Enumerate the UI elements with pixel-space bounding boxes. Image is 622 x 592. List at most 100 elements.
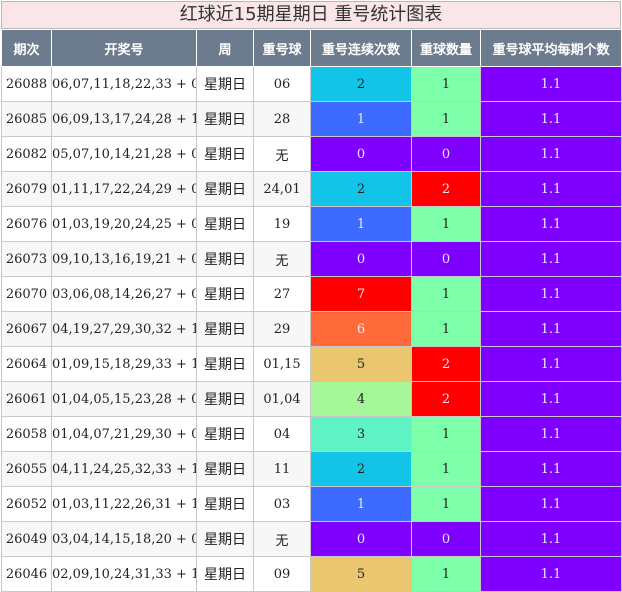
cell-repeat-count: 2	[411, 346, 481, 382]
cell-numbers: 04,11,24,25,32,33 + 13	[51, 451, 197, 487]
cell-repeat-ball: 无	[253, 521, 311, 557]
cell-repeat-count: 2	[411, 171, 481, 207]
cell-numbers: 03,04,14,15,18,20 + 02	[51, 521, 197, 557]
cell-repeat-ball: 27	[253, 276, 311, 312]
cell-weekday: 星期日	[196, 311, 254, 347]
stats-chart: 红球近15期星期日 重号统计图表 期次 开奖号 周 重号球 重号连续次数 重球数…	[0, 0, 622, 592]
cell-weekday: 星期日	[196, 381, 254, 417]
cell-average: 1.1	[480, 206, 622, 242]
cell-numbers: 01,03,11,22,26,31 + 11	[51, 486, 197, 522]
table-row: 26088 06,07,11,18,22,33 + 05 星期日 06 2 1 1.1	[1, 66, 622, 102]
cell-issue: 26058	[1, 416, 52, 452]
cell-weekday: 星期日	[196, 276, 254, 312]
cell-average: 1.1	[480, 311, 622, 347]
table-row: 26082 05,07,10,14,21,28 + 04 星期日无 0 0 1.1	[1, 136, 622, 172]
cell-weekday: 星期日	[196, 521, 254, 557]
cell-repeat-ball: 19	[253, 206, 311, 242]
cell-weekday: 星期日	[196, 556, 254, 592]
cell-weekday: 星期日	[196, 101, 254, 137]
cell-numbers: 01,11,17,22,24,29 + 04	[51, 171, 197, 207]
cell-issue: 26052	[1, 486, 52, 522]
cell-consecutive: 2	[310, 171, 412, 207]
cell-repeat-count: 1	[411, 486, 481, 522]
cell-average: 1.1	[480, 486, 622, 522]
cell-repeat-ball: 01,15	[253, 346, 311, 382]
cell-consecutive: 0	[310, 136, 412, 172]
table-row: 26067 04,19,27,29,30,32 + 13 星期日 29 6 1 1.1	[1, 311, 622, 347]
cell-average: 1.1	[480, 346, 622, 382]
cell-repeat-ball: 04	[253, 416, 311, 452]
table-row: 26079 01,11,17,22,24,29 + 04 星期日 24,01 2 2 1.1	[1, 171, 622, 207]
cell-average: 1.1	[480, 381, 622, 417]
cell-repeat-count: 0	[411, 241, 481, 277]
cell-issue: 26073	[1, 241, 52, 277]
table-body: 26088 06,07,11,18,22,33 + 05 星期日 06 2 1 1.1 260…	[1, 66, 622, 592]
cell-repeat-count: 1	[411, 276, 481, 312]
cell-numbers: 01,03,19,20,24,25 + 07	[51, 206, 197, 242]
cell-numbers: 01,04,05,15,23,28 + 07	[51, 381, 197, 417]
cell-repeat-count: 1	[411, 416, 481, 452]
cell-average: 1.1	[480, 556, 622, 592]
table-row: 26049 03,04,14,15,18,20 + 02 星期日无 0 0 1.1	[1, 521, 622, 557]
cell-issue: 26085	[1, 101, 52, 137]
cell-average: 1.1	[480, 136, 622, 172]
table-row: 26076 01,03,19,20,24,25 + 07 星期日 19 1 1 1.1	[1, 206, 622, 242]
cell-repeat-count: 0	[411, 136, 481, 172]
cell-numbers: 06,09,13,17,24,28 + 15	[51, 101, 197, 137]
cell-average: 1.1	[480, 241, 622, 277]
cell-numbers: 06,07,11,18,22,33 + 05	[51, 66, 197, 102]
header-average: 重号球平均每期个数	[480, 29, 622, 67]
cell-issue: 26049	[1, 521, 52, 557]
cell-average: 1.1	[480, 416, 622, 452]
header-repeat-count: 重球数量	[411, 29, 481, 67]
cell-weekday: 星期日	[196, 346, 254, 382]
cell-repeat-count: 1	[411, 556, 481, 592]
cell-weekday: 星期日	[196, 206, 254, 242]
cell-consecutive: 5	[310, 346, 412, 382]
cell-consecutive: 1	[310, 206, 412, 242]
cell-repeat-ball: 28	[253, 101, 311, 137]
cell-repeat-ball: 11	[253, 451, 311, 487]
cell-repeat-count: 1	[411, 101, 481, 137]
cell-issue: 26079	[1, 171, 52, 207]
cell-numbers: 03,06,08,14,26,27 + 08	[51, 276, 197, 312]
table-row: 26058 01,04,07,21,29,30 + 01 星期日 04 3 1 1.1	[1, 416, 622, 452]
cell-repeat-ball: 09	[253, 556, 311, 592]
table-row: 26064 01,09,15,18,29,33 + 15 星期日 01,15 5 2 1.1	[1, 346, 622, 382]
cell-numbers: 04,19,27,29,30,32 + 13	[51, 311, 197, 347]
cell-issue: 26070	[1, 276, 52, 312]
cell-repeat-count: 1	[411, 451, 481, 487]
cell-issue: 26055	[1, 451, 52, 487]
cell-weekday: 星期日	[196, 486, 254, 522]
table-row: 26073 09,10,13,16,19,21 + 08 星期日无 0 0 1.1	[1, 241, 622, 277]
cell-consecutive: 2	[310, 451, 412, 487]
cell-consecutive: 5	[310, 556, 412, 592]
cell-consecutive: 2	[310, 66, 412, 102]
table-row: 26046 02,09,10,24,31,33 + 16 星期日 09 5 1 1.1	[1, 556, 622, 592]
cell-repeat-ball: 无	[253, 136, 311, 172]
table-row: 26085 06,09,13,17,24,28 + 15 星期日 28 1 1 1.1	[1, 101, 622, 137]
header-consecutive: 重号连续次数	[310, 29, 412, 67]
chart-title: 红球近15期星期日 重号统计图表	[1, 1, 621, 29]
cell-repeat-ball: 01,04	[253, 381, 311, 417]
cell-issue: 26046	[1, 556, 52, 592]
table-row: 26070 03,06,08,14,26,27 + 08 星期日 27 7 1 1.1	[1, 276, 622, 312]
cell-consecutive: 6	[310, 311, 412, 347]
cell-consecutive: 0	[310, 521, 412, 557]
cell-numbers: 01,04,07,21,29,30 + 01	[51, 416, 197, 452]
cell-repeat-count: 1	[411, 206, 481, 242]
cell-average: 1.1	[480, 66, 622, 102]
cell-weekday: 星期日	[196, 171, 254, 207]
cell-repeat-count: 1	[411, 311, 481, 347]
cell-average: 1.1	[480, 276, 622, 312]
cell-consecutive: 3	[310, 416, 412, 452]
cell-repeat-ball: 06	[253, 66, 311, 102]
cell-repeat-ball: 无	[253, 241, 311, 277]
cell-repeat-ball: 03	[253, 486, 311, 522]
cell-numbers: 02,09,10,24,31,33 + 16	[51, 556, 197, 592]
header-issue: 期次	[1, 29, 52, 67]
cell-issue: 26061	[1, 381, 52, 417]
cell-repeat-count: 0	[411, 521, 481, 557]
cell-issue: 26076	[1, 206, 52, 242]
cell-repeat-count: 1	[411, 66, 481, 102]
